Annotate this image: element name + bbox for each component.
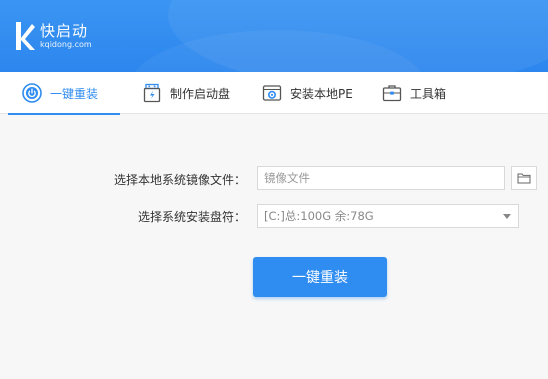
install-drive-value: [C:]总:100G 余:78G bbox=[264, 209, 374, 223]
chevron-down-icon bbox=[503, 214, 511, 219]
power-icon bbox=[22, 83, 42, 103]
install-drive-select[interactable]: [C:]总:100G 余:78G bbox=[257, 204, 519, 228]
app-header: 快启动 kqidong.com bbox=[0, 0, 548, 72]
app-subtitle: kqidong.com bbox=[40, 39, 92, 49]
image-file-placeholder: 镜像文件 bbox=[264, 171, 310, 185]
tab-make-boot-disk[interactable]: 制作启动盘 bbox=[142, 72, 230, 114]
one-click-reinstall-button[interactable]: 一键重装 bbox=[253, 257, 387, 297]
image-file-input[interactable]: 镜像文件 bbox=[257, 166, 505, 190]
pe-install-icon bbox=[262, 85, 282, 101]
folder-icon bbox=[517, 173, 531, 184]
app-title: 快启动 bbox=[40, 21, 89, 40]
tab-label: 安装本地PE bbox=[290, 86, 353, 101]
tab-label: 工具箱 bbox=[410, 86, 447, 101]
tab-install-local-pe[interactable]: 安装本地PE bbox=[262, 72, 353, 114]
main-tabs: 一键重装 制作启动盘 安装本地PE 工具箱 bbox=[0, 72, 548, 115]
tab-label: 一键重装 bbox=[50, 86, 99, 101]
app-logo: 快启动 kqidong.com bbox=[14, 16, 92, 56]
tab-one-click-reinstall[interactable]: 一键重装 bbox=[7, 72, 121, 115]
tab-label: 制作启动盘 bbox=[170, 86, 231, 101]
browse-folder-button[interactable] bbox=[511, 166, 537, 190]
logo-k-icon bbox=[16, 22, 35, 50]
image-file-label: 选择本地系统镜像文件： bbox=[113, 173, 246, 187]
tab-toolbox[interactable]: 工具箱 bbox=[382, 72, 446, 114]
install-drive-label: 选择系统安装盘符： bbox=[137, 210, 246, 224]
toolbox-icon bbox=[382, 85, 402, 102]
usb-drive-icon bbox=[143, 83, 161, 103]
main-panel: 选择本地系统镜像文件： 镜像文件 选择系统安装盘符： [C:]总:100G 余:… bbox=[0, 114, 548, 379]
